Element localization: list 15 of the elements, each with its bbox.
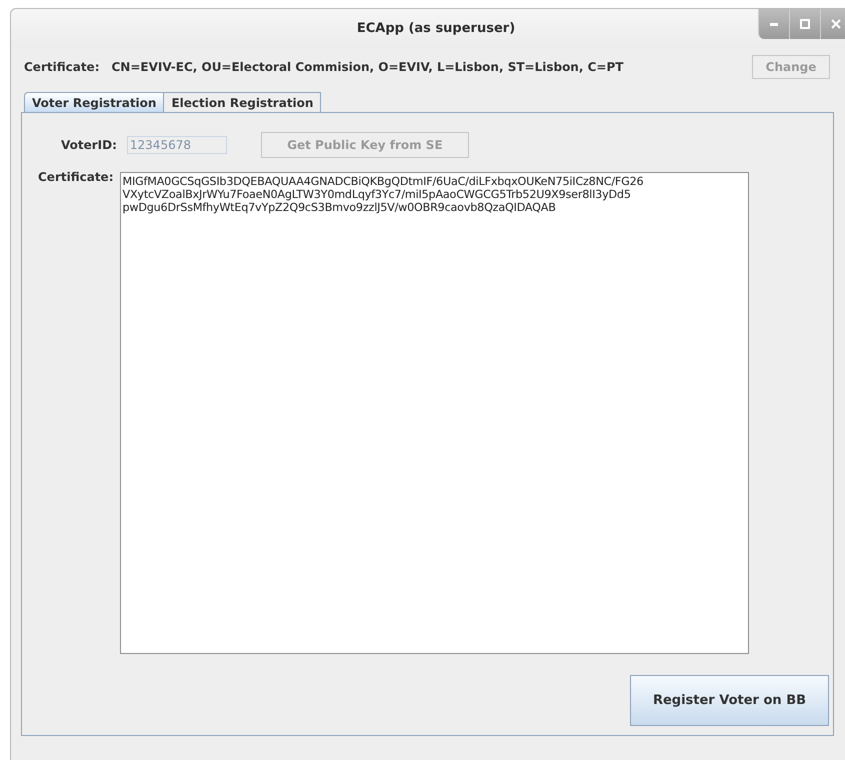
voter-id-label: VoterID: xyxy=(61,138,117,152)
close-icon xyxy=(831,19,841,29)
close-button[interactable] xyxy=(820,9,845,39)
window-title: ECApp (as superuser) xyxy=(356,21,516,36)
minimize-button[interactable] xyxy=(758,9,789,39)
certificate-label: Certificate: xyxy=(24,60,100,74)
tab[interactable]: Voter Registration xyxy=(24,92,164,112)
maximize-icon xyxy=(800,19,810,29)
certificate-label: Certificate: xyxy=(38,170,114,186)
tab[interactable]: Election Registration xyxy=(163,92,322,112)
certificate-subject: CN=EVIV-EC, OU=Electoral Commision, O=EVIV, L=Lisbon, ST=Lisbon, C=PT xyxy=(112,60,624,74)
maximize-button[interactable] xyxy=(789,9,820,39)
minimize-icon xyxy=(770,22,778,26)
register-voter-button[interactable]: Register Voter on BB xyxy=(630,675,829,726)
certificate-field[interactable]: MIGfMA0GCSqGSIb3DQEBAQUAA4GNADCBiQKBgQDtmIF/6UaC/diLFxbqxOUKeN75iICz8NC/FG26 VXytcVZoalBxJrWYu7FoaeN0AgLTW3Y0mdLqyf3Yc7/miI5pAaoCWGCG5Trb52U9X9ser8lI3yDd5 pwDgu6DrSsMfhyWtEq7vYpZ2Q9cS3Bmvo9zzlJ5V/w0OBR9caovb8QzaQIDAQAB xyxy=(120,172,748,654)
